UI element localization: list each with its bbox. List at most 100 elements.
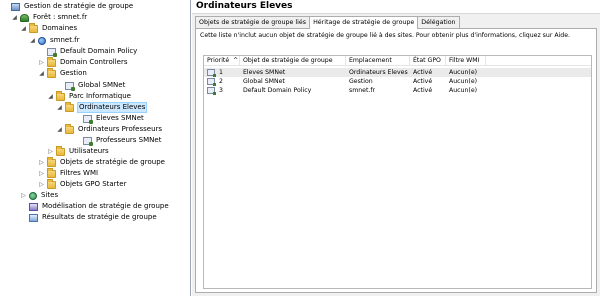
tree-node-label: Gestion de stratégie de groupe	[24, 2, 134, 10]
expander[interactable]	[2, 3, 9, 10]
expand-arrow-icon[interactable]: ▷	[38, 181, 45, 188]
tree-node-label: smnet.fr	[50, 36, 80, 44]
folder-icon	[29, 22, 38, 33]
expander	[20, 203, 27, 210]
cell-gpo: Default Domain Policy	[243, 87, 312, 94]
table-row[interactable]: 3 Default Domain Policy smnet.fr Activé …	[204, 86, 591, 95]
table-row[interactable]: 2 Global SMNet Gestion Activé Aucun(e)	[204, 77, 591, 86]
column-header-location[interactable]: Emplacement	[346, 56, 410, 66]
tree-node-gestion[interactable]: ◢ Gestion	[38, 67, 88, 79]
tree-node-label: Domain Controllers	[60, 58, 128, 66]
cell-location: Ordinateurs Eleves	[349, 69, 408, 76]
folder-icon	[47, 67, 56, 78]
gpo-icon	[207, 86, 216, 95]
tree-node-parc-informatique[interactable]: ◢ Parc Informatique	[47, 90, 132, 102]
details-header: Ordinateurs Eleves	[192, 0, 600, 14]
table-header: Priorité ^ Objet de stratégie de groupe …	[204, 56, 591, 66]
cell-wmi: Aucun(e)	[449, 87, 478, 94]
tree-node-ordinateurs-professeurs[interactable]: ◢ Ordinateurs Professeurs	[56, 123, 163, 135]
collapse-arrow-icon[interactable]: ◢	[56, 104, 63, 111]
collapse-arrow-icon[interactable]: ◢	[20, 25, 27, 32]
tree-node-wmi-filters[interactable]: ▷ Filtres WMI	[38, 167, 99, 179]
folder-icon	[65, 123, 74, 134]
tree-node-starter-gpos[interactable]: ▷ Objets GPO Starter	[38, 178, 128, 190]
tab-linked-gpos[interactable]: Objets de stratégie de groupe liés	[195, 16, 311, 28]
collapse-arrow-icon[interactable]: ◢	[56, 126, 63, 133]
cell-location: smnet.fr	[349, 87, 376, 94]
tree-node-label: Ordinateurs Eleves	[77, 102, 148, 113]
collapse-arrow-icon[interactable]: ◢	[29, 37, 36, 44]
expander	[38, 48, 45, 55]
expand-arrow-icon[interactable]: ▷	[38, 159, 45, 166]
tree-node-forest[interactable]: ◢ Forêt : smnet.fr	[11, 12, 88, 23]
tab-delegation[interactable]: Délégation	[417, 16, 460, 28]
tree-node-professeurs-smnet[interactable]: Professeurs SMNet	[74, 135, 162, 146]
page-title: Ordinateurs Eleves	[196, 1, 293, 11]
gpo-icon	[207, 68, 216, 77]
expand-arrow-icon[interactable]: ▷	[38, 59, 45, 66]
tree-node-domains[interactable]: ◢ Domaines	[20, 22, 78, 34]
tree-node-gp-modeling[interactable]: Modélisation de stratégie de groupe	[20, 201, 170, 212]
tab-panel: Cette liste n'inclut aucun objet de stra…	[195, 28, 597, 293]
column-header-priority[interactable]: Priorité ^	[204, 56, 240, 66]
tree-node-domain-controllers[interactable]: ▷ Domain Controllers	[38, 56, 128, 68]
sites-icon	[29, 191, 37, 200]
tree-node-utilisateurs[interactable]: ▷ Utilisateurs	[47, 145, 110, 157]
gpo-icon	[207, 77, 216, 86]
tree-node-label: Default Domain Policy	[60, 47, 138, 55]
tree-node-label: Ordinateurs Professeurs	[78, 125, 163, 133]
expand-arrow-icon[interactable]: ▷	[38, 170, 45, 177]
tree-node-label: Utilisateurs	[69, 147, 109, 155]
tree-node-default-domain-policy[interactable]: Default Domain Policy	[38, 46, 138, 57]
tree-node-label: Forêt : smnet.fr	[33, 13, 88, 21]
tree-node-gpo-objects[interactable]: ▷ Objets de stratégie de groupe	[38, 156, 166, 168]
tree-node-label: Eleves SMNet	[96, 114, 144, 122]
expand-arrow-icon[interactable]: ▷	[47, 148, 54, 155]
gpm-icon	[11, 2, 20, 11]
gpo-link-icon	[65, 81, 75, 91]
folder-icon	[47, 156, 56, 167]
collapse-arrow-icon[interactable]: ◢	[11, 14, 18, 21]
priority-value: 2	[219, 78, 223, 85]
priority-value: 1	[219, 69, 223, 76]
column-header-wmi[interactable]: Filtre WMI	[446, 56, 486, 66]
folder-icon	[47, 178, 56, 189]
tree-node-label: Objets GPO Starter	[60, 180, 127, 188]
info-description: Cette liste n'inclut aucun objet de stra…	[200, 32, 570, 39]
console-tree[interactable]: Gestion de stratégie de groupe ◢ Forêt :…	[0, 0, 191, 296]
table-row[interactable]: 1 Eleves SMNet Ordinateurs Eleves Activé…	[204, 68, 591, 77]
tab-gpo-inheritance[interactable]: Héritage de stratégie de groupe	[309, 16, 419, 29]
tree-node-ordinateurs-eleves[interactable]: ◢ Ordinateurs Eleves	[56, 101, 148, 113]
expand-arrow-icon[interactable]: ▷	[20, 192, 27, 199]
sort-ascending-icon: ^	[233, 57, 239, 64]
expander	[74, 115, 81, 122]
expander	[74, 137, 81, 144]
tree-node-domain-smnet[interactable]: ◢ smnet.fr	[29, 35, 81, 46]
column-header-gpo[interactable]: Objet de stratégie de groupe	[240, 56, 346, 66]
domain-icon	[38, 36, 46, 45]
inheritance-table[interactable]: Priorité ^ Objet de stratégie de groupe …	[203, 55, 592, 289]
cell-gpo: Global SMNet	[243, 78, 285, 85]
cell-priority: 1	[204, 68, 223, 77]
details-pane: Ordinateurs Eleves Objets de stratégie d…	[192, 0, 600, 296]
tree-node-global-smnet[interactable]: Global SMNet	[56, 80, 126, 91]
tree-node-sites[interactable]: ▷ Sites	[20, 190, 59, 201]
forest-icon	[20, 13, 29, 22]
gpo-link-icon	[47, 47, 57, 57]
collapse-arrow-icon[interactable]: ◢	[38, 70, 45, 77]
cell-gpo: Eleves SMNet	[243, 69, 286, 76]
column-header-status[interactable]: État GPO	[410, 56, 446, 66]
expander	[56, 82, 63, 89]
folder-icon	[56, 145, 65, 156]
tree-node-eleves-smnet[interactable]: Eleves SMNet	[74, 113, 145, 124]
expander	[20, 214, 27, 221]
tree-node-gp-results[interactable]: Résultats de stratégie de groupe	[20, 212, 158, 223]
tree-node-label: Modélisation de stratégie de groupe	[42, 202, 169, 210]
cell-status: Activé	[413, 87, 433, 94]
collapse-arrow-icon[interactable]: ◢	[47, 93, 54, 100]
tree-node-gpm-root[interactable]: Gestion de stratégie de groupe	[2, 1, 134, 12]
results-icon	[29, 213, 38, 222]
column-header-label: Priorité	[207, 57, 230, 64]
gpo-link-icon	[83, 114, 93, 124]
tree-node-label: Domaines	[42, 24, 78, 32]
